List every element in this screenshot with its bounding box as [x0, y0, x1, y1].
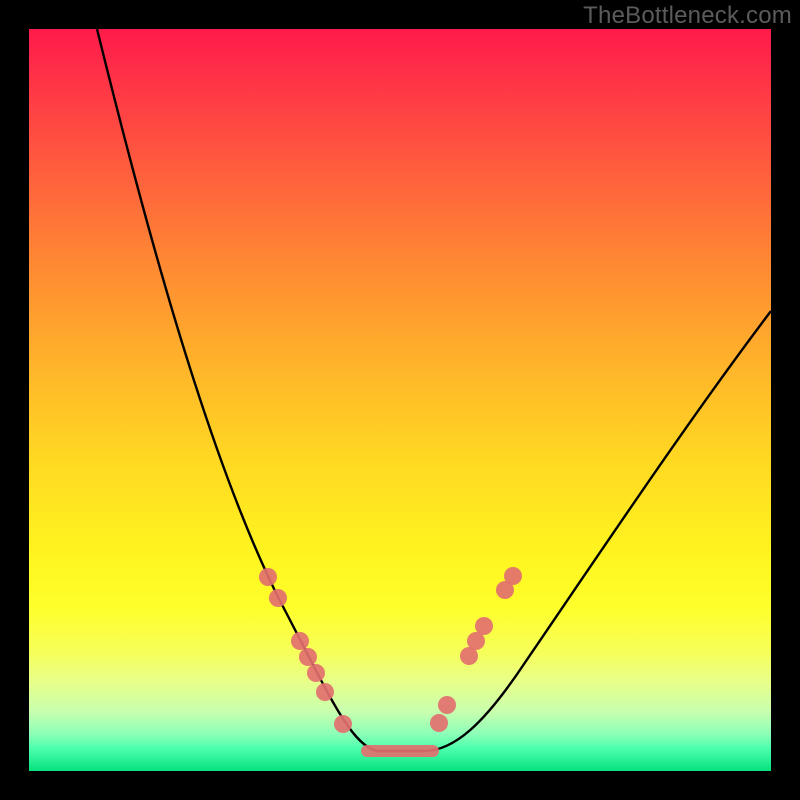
data-dot-left: [334, 715, 352, 733]
valley-bar: [361, 745, 439, 757]
data-dot-left: [259, 568, 277, 586]
curve-right-branch: [377, 311, 771, 751]
bottleneck-curve-svg: [29, 29, 771, 771]
data-dot-right: [438, 696, 456, 714]
data-dot-left: [307, 664, 325, 682]
data-dot-left: [291, 632, 309, 650]
data-dot-right: [430, 714, 448, 732]
watermark-text: TheBottleneck.com: [583, 2, 792, 30]
data-dot-right: [496, 581, 514, 599]
data-dot-left: [269, 589, 287, 607]
data-dot-right: [460, 647, 478, 665]
plot-frame: [29, 29, 771, 771]
data-dot-left: [299, 648, 317, 666]
data-dot-left: [316, 683, 334, 701]
curve-left-branch: [97, 29, 424, 751]
